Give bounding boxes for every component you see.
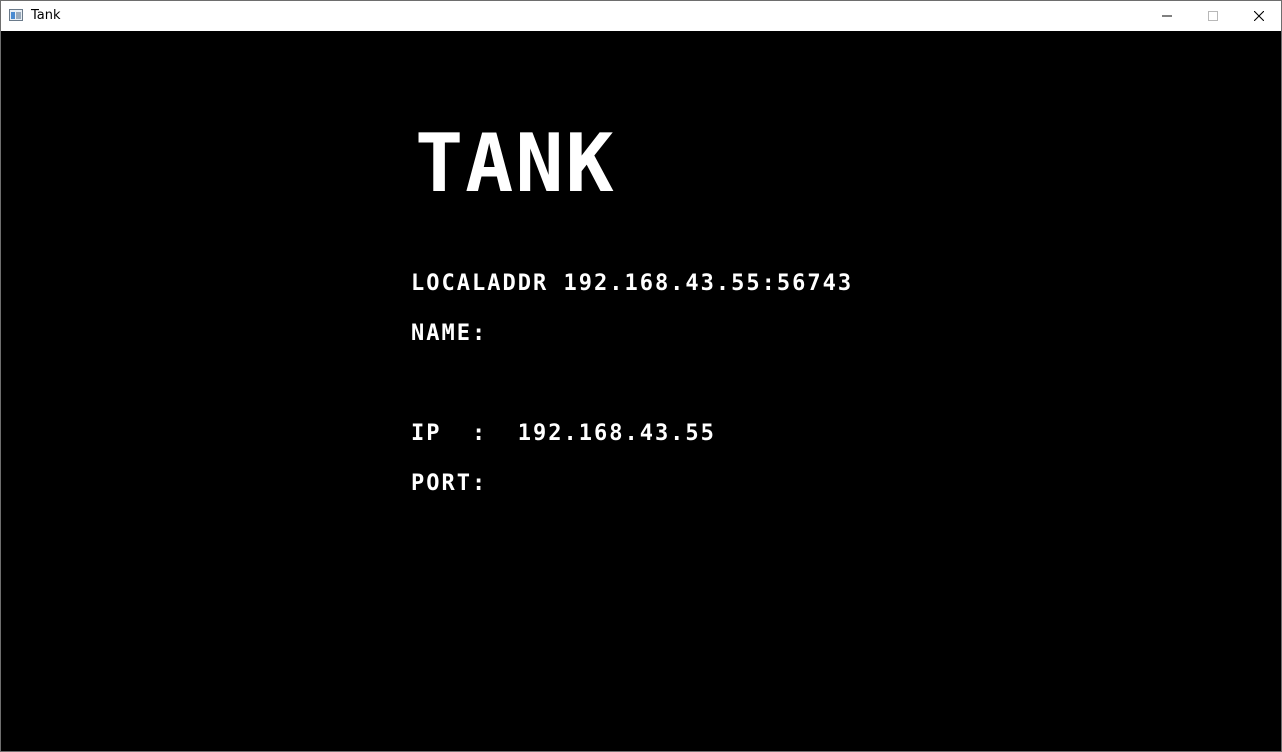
app-window-icon [9, 9, 23, 21]
ip-label: IP : [411, 421, 488, 446]
local-address-row: LOCALADDR 192.168.43.55:56743 [411, 271, 853, 297]
name-label: NAME: [411, 321, 488, 346]
close-button[interactable] [1236, 1, 1282, 31]
title-bar[interactable]: Tank [1, 1, 1281, 31]
app-window: Tank TANK LOCALADDR 192.168.43.55:56743 … [0, 0, 1282, 752]
game-screen: TANK LOCALADDR 192.168.43.55:56743 NAME:… [1, 31, 1281, 751]
game-title: TANK [415, 117, 616, 210]
minimize-icon [1162, 15, 1172, 17]
local-address-label: LOCALADDR [411, 271, 549, 296]
local-address-value: 192.168.43.55:56743 [563, 271, 854, 296]
ip-input[interactable]: 192.168.43.55 [518, 421, 716, 447]
window-title: Tank [31, 8, 61, 23]
ip-row: IP : 192.168.43.55 [411, 421, 716, 447]
maximize-button[interactable] [1190, 1, 1236, 31]
minimize-button[interactable] [1144, 1, 1190, 31]
name-row: NAME: [411, 321, 497, 347]
maximize-icon [1208, 11, 1218, 21]
port-row: PORT: [411, 471, 497, 497]
port-label: PORT: [411, 471, 488, 496]
close-icon [1254, 11, 1264, 21]
